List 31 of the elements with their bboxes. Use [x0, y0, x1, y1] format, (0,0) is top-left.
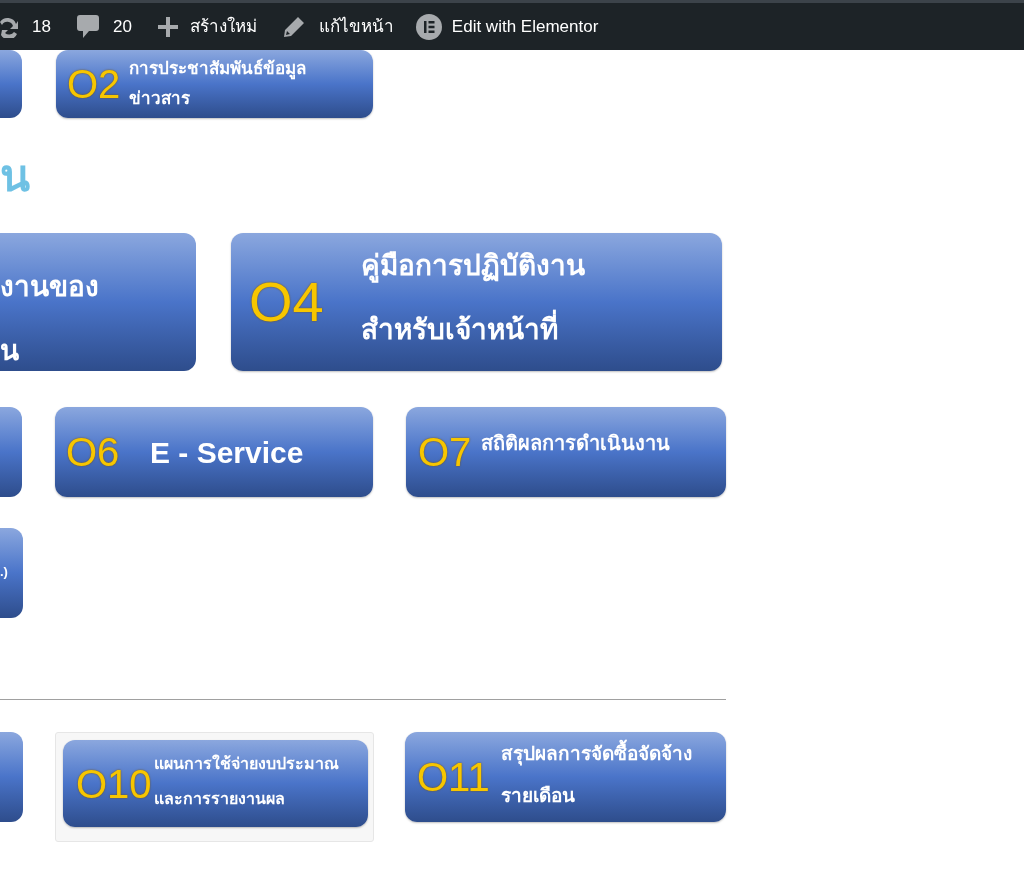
card-number: O10 [76, 763, 153, 804]
toolbar-link[interactable]: 20 [76, 3, 132, 50]
plus-icon [157, 16, 178, 37]
refresh-icon [0, 15, 18, 38]
toolbar-link[interactable]: แก้ไขหน้า [282, 3, 394, 50]
elementor-icon [415, 13, 442, 40]
card-title: สถิติผลการดำเนินงาน [481, 431, 670, 456]
card-number: O6 [66, 432, 121, 472]
card-title: สรุปผลการจัดซื้อจัดจ้าง รายเดือน [501, 733, 692, 817]
card-title: E - Service [150, 434, 304, 471]
link-card[interactable]: O7 สถิติผลการดำเนินงาน [406, 407, 726, 497]
toolbar-link[interactable]: Edit with Elementor [415, 3, 599, 50]
link-card[interactable] [0, 407, 22, 497]
card-number: O2 [67, 64, 122, 104]
card-number: O11 [417, 757, 491, 797]
toolbar-link[interactable]: 18 [0, 3, 51, 50]
card-title: การประชาสัมพันธ์ข้อมูล ข่าวสาร [129, 57, 306, 110]
section-heading: น [0, 154, 30, 198]
pencil-icon [282, 15, 305, 38]
link-card[interactable]: O6 E - Service [55, 407, 373, 497]
comment-icon [76, 14, 99, 39]
card-number: O4 [249, 274, 325, 330]
card-title: คู่มือการปฏิบัติงาน สำหรับเจ้าหน้าที่ [361, 249, 585, 347]
link-card[interactable] [0, 50, 22, 118]
card-title: แผนการใช้จ่ายงบประมาณ และการรายงานผล [154, 753, 339, 809]
link-card[interactable]: งานของ น [0, 233, 196, 371]
link-card[interactable]: O4 คู่มือการปฏิบัติงาน สำหรับเจ้าหน้าที่ [231, 233, 722, 371]
toolbar-link[interactable]: สร้างใหม่ [157, 3, 257, 50]
card-number: O7 [418, 432, 473, 472]
link-card[interactable] [0, 732, 23, 822]
link-card[interactable]: .) [0, 528, 23, 618]
